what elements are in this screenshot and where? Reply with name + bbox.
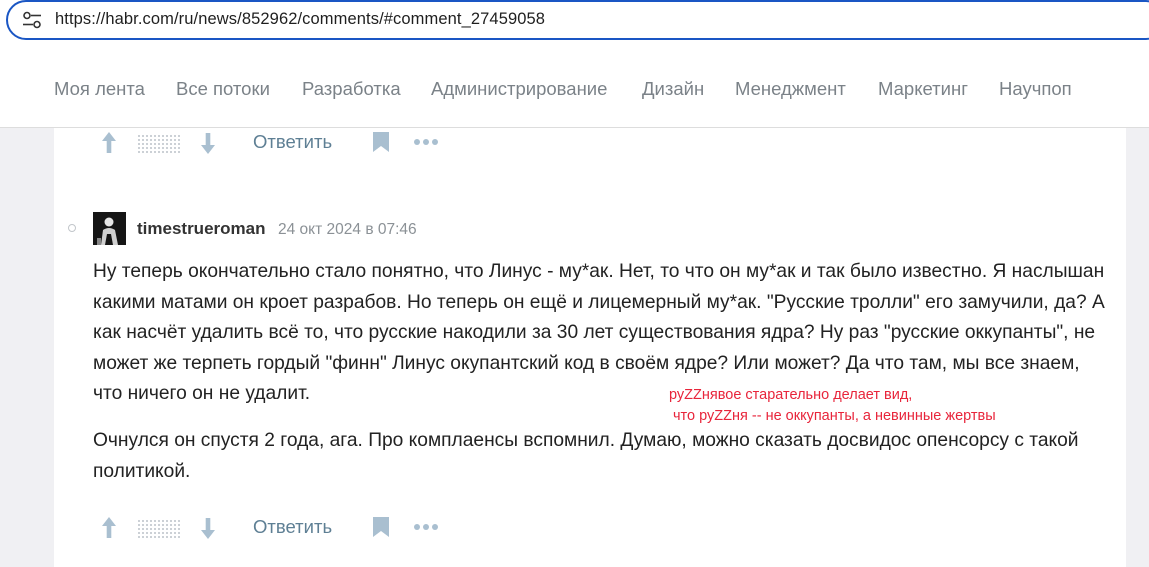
nav-item-my-feed[interactable]: Моя лента (54, 78, 145, 100)
nav-item-management[interactable]: Менеджмент (735, 78, 846, 100)
comment-actions: Ответить (0, 513, 1149, 543)
more-icon[interactable] (413, 523, 441, 531)
bookmark-icon[interactable] (372, 131, 390, 153)
comment-author[interactable]: timestrueroman (137, 219, 265, 239)
reply-button[interactable]: Ответить (253, 131, 332, 153)
nav-item-all-flows[interactable]: Все потоки (176, 78, 270, 100)
arrow-down-icon[interactable] (198, 515, 218, 541)
nav-item-development[interactable]: Разработка (302, 78, 401, 100)
comment-timestamp[interactable]: 24 окт 2024 в 07:46 (278, 221, 417, 239)
score-placeholder (137, 134, 181, 154)
annotation-line-1: руZZнявое старательно делает вид, (669, 387, 913, 403)
arrow-up-icon[interactable] (99, 515, 119, 541)
hubs-navigation: Моя лента Все потоки Разработка Админист… (0, 52, 1149, 128)
nav-item-administration[interactable]: Администрирование (431, 78, 607, 100)
thread-bullet (68, 224, 76, 232)
avatar[interactable] (93, 212, 126, 245)
browser-address-bar: https://habr.com/ru/news/852962/comments… (0, 0, 1149, 52)
nav-item-marketing[interactable]: Маркетинг (878, 78, 968, 100)
nav-item-popsci[interactable]: Научпоп (999, 78, 1072, 100)
arrow-down-icon[interactable] (198, 130, 218, 156)
annotation-line-2: что руZZня -- не оккупанты, а невинные ж… (673, 408, 996, 424)
score-placeholder (137, 519, 181, 539)
prev-comment-actions: Ответить (0, 128, 1149, 158)
nav-item-design[interactable]: Дизайн (642, 78, 704, 100)
arrow-up-icon[interactable] (99, 130, 119, 156)
more-icon[interactable] (413, 138, 441, 146)
url-text[interactable]: https://habr.com/ru/news/852962/comments… (55, 10, 545, 29)
tune-icon[interactable] (22, 11, 42, 29)
comment-paragraph-2: Очнулся он спустя 2 года, ага. Про компл… (93, 430, 1079, 482)
bookmark-icon[interactable] (372, 516, 390, 538)
overlay-annotation: руZZнявое старательно делает вид, что ру… (669, 385, 996, 427)
reply-button[interactable]: Ответить (253, 516, 332, 538)
